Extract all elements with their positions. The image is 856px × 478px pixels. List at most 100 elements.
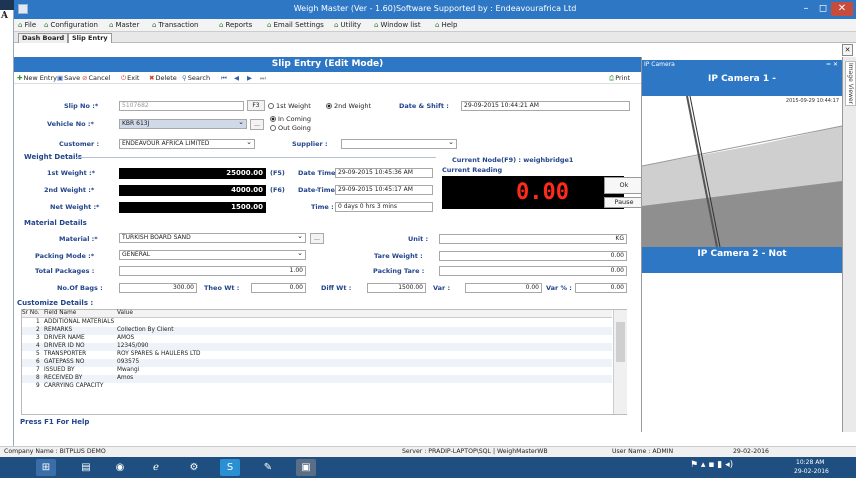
second-weight-label: 2nd Weight	[334, 102, 372, 110]
search-button[interactable]: ⚲Search	[182, 74, 210, 82]
diff-wt-field[interactable]: 1500.00	[367, 283, 426, 293]
unit-label: Unit :	[408, 235, 429, 243]
menu-help[interactable]: ⌂ Help	[435, 21, 457, 29]
tray-icons[interactable]: ⚑ ▴ ▪ ▮ ◂)	[690, 460, 733, 470]
tab-dashboard[interactable]: Dash Board	[18, 33, 69, 43]
menu-file[interactable]: ⌂ File	[18, 21, 36, 29]
exit-button[interactable]: ⏻Exit	[121, 74, 139, 83]
new-entry-button[interactable]: ✚New Entry	[17, 74, 57, 82]
delete-button[interactable]: ✖Delete	[149, 74, 177, 82]
restore-button[interactable]: ◻	[816, 2, 830, 16]
start-button[interactable]: ⊞	[36, 459, 56, 476]
tab-slip-entry[interactable]: Slip Entry	[68, 33, 112, 43]
grid-scrollbar[interactable]	[613, 310, 627, 414]
menu-utility[interactable]: ⌂ Utility	[334, 21, 361, 29]
menu-transaction-label: Transaction	[158, 21, 199, 29]
home-icon: ⌂	[374, 21, 379, 29]
camera-panel-controls[interactable]: = ✕	[826, 60, 838, 70]
cancel-icon: ⊘	[82, 74, 88, 82]
chrome-taskbar-icon[interactable]: ◉	[110, 459, 130, 476]
date-shift-label: Date & Shift :	[399, 102, 449, 110]
save-button[interactable]: ▣Save	[57, 74, 80, 82]
first-record-button[interactable]: ⏮	[221, 74, 227, 83]
last-record-button[interactable]: ⏭	[260, 74, 266, 83]
ok-button[interactable]: Ok	[604, 177, 644, 194]
first-weight-radio[interactable]: 1st Weight	[268, 102, 311, 110]
table-row[interactable]: 2 REMARKS Collection By Client	[22, 327, 612, 335]
desktop: A Weigh Master (Ver - 1.60)Software Supp…	[0, 0, 856, 478]
status-server: Server : PRADIP-LAPTOP\SQL | WeighMaster…	[402, 448, 548, 455]
explorer-taskbar-icon[interactable]: ▤	[76, 459, 96, 476]
menu-window-list[interactable]: ⌂ Window list	[374, 21, 421, 29]
total-packages-field[interactable]: 1.00	[119, 266, 306, 276]
close-tab-icon[interactable]: ✕	[842, 44, 853, 56]
window-titlebar: Weigh Master (Ver - 1.60)Software Suppor…	[14, 0, 856, 19]
background-window-edge: A	[0, 0, 14, 460]
material-select[interactable]: TURKISH BOARD SAND	[119, 233, 306, 243]
paint-taskbar-icon[interactable]: ✎	[258, 459, 278, 476]
var-percent-field[interactable]: 0.00	[575, 283, 627, 293]
packing-mode-label: Packing Mode :*	[35, 252, 95, 260]
pause-button[interactable]: Pause	[604, 197, 644, 208]
next-record-button[interactable]: ▶	[247, 74, 252, 82]
table-row[interactable]: 1 ADDITIONAL MATERIALS	[22, 319, 612, 327]
radio-dot-selected	[326, 103, 332, 109]
cancel-button[interactable]: ⊘Cancel	[82, 74, 110, 82]
minimize-button[interactable]: –	[798, 2, 814, 16]
scrollbar-thumb[interactable]	[616, 322, 625, 362]
skype-taskbar-icon[interactable]: S	[220, 459, 240, 476]
menu-email-settings[interactable]: ⌂ Email Settings	[267, 21, 324, 29]
material-lookup-button[interactable]: ...	[310, 233, 324, 244]
side-panel-strip: Image Viewer	[842, 57, 856, 432]
unit-field[interactable]: KG	[439, 234, 627, 244]
image-viewer-tab[interactable]: Image Viewer	[845, 61, 856, 107]
menu-email-settings-label: Email Settings	[273, 21, 324, 29]
table-row[interactable]: 8 RECEIVED BY Amos	[22, 375, 612, 383]
second-weight-radio[interactable]: 2nd Weight	[326, 102, 371, 110]
slip-no-lookup-button[interactable]: F3	[247, 100, 265, 111]
table-row[interactable]: 3 DRIVER NAME AMOS	[22, 335, 612, 343]
date-time-1-field[interactable]: 29-09-2015 10:45:36 AM	[335, 168, 433, 178]
vehicle-no-select[interactable]: KBR 613J	[119, 119, 247, 129]
date-shift-field[interactable]: 29-09-2015 10:44:21 AM	[461, 101, 630, 111]
bags-field[interactable]: 300.00	[119, 283, 197, 293]
date-time-2-field[interactable]: 29-09-2015 10:45:17 AM	[335, 185, 433, 195]
table-row[interactable]: 5 TRANSPORTER ROY SPARES & HAULERS LTD	[22, 351, 612, 359]
slip-no-field[interactable]: 5107682	[119, 101, 244, 111]
packing-tare-field[interactable]: 0.00	[439, 266, 627, 276]
table-row[interactable]: 9 CARRYING CAPACITY	[22, 383, 612, 391]
row-sr: 4	[36, 343, 40, 349]
second-weight-value[interactable]: 4000.00	[119, 185, 266, 196]
menu-reports-label: Reports	[225, 21, 253, 29]
net-weight-value[interactable]: 1500.00	[119, 202, 266, 213]
ie-taskbar-icon[interactable]: ℯ	[146, 459, 166, 476]
previous-record-button[interactable]: ◀	[234, 74, 239, 82]
weighmaster-taskbar-icon[interactable]: ▣	[296, 459, 316, 476]
customer-select[interactable]: ENDEAVOUR AFRICA LIMITED	[119, 139, 255, 149]
in-coming-radio[interactable]: In Coming	[270, 115, 311, 123]
date-time-2-label: Date-Time :	[298, 186, 340, 194]
second-weight-field-label: 2nd Weight :*	[44, 186, 95, 194]
menu-reports[interactable]: ⌂ Reports	[219, 21, 252, 29]
slip-no-label: Slip No :*	[64, 102, 99, 110]
menu-transaction[interactable]: ⌂ Transaction	[152, 21, 199, 29]
app-taskbar-icon[interactable]: ⚙	[184, 459, 204, 476]
vehicle-lookup-button[interactable]: ...	[250, 119, 264, 130]
supplier-select[interactable]	[341, 139, 457, 149]
menu-master[interactable]: ⌂ Master	[109, 21, 139, 29]
tare-weight-field[interactable]: 0.00	[439, 251, 627, 261]
theo-wt-field[interactable]: 0.00	[251, 283, 306, 293]
table-row[interactable]: 7 ISSUED BY Mwangi	[22, 367, 612, 375]
first-weight-value[interactable]: 25000.00	[119, 168, 266, 179]
grid-header-field: Field Name	[44, 310, 77, 316]
close-button[interactable]: ✕	[831, 2, 853, 16]
menu-configuration[interactable]: ⌂ Configuration	[44, 21, 98, 29]
packing-mode-select[interactable]: GENERAL	[119, 250, 306, 260]
weight-details-title: Weight Details	[24, 153, 82, 161]
table-row[interactable]: 6 GATEPASS NO 093575	[22, 359, 612, 367]
var-field[interactable]: 0.00	[465, 283, 542, 293]
table-row[interactable]: 4 DRIVER ID NO 12345/090	[22, 343, 612, 351]
out-going-radio[interactable]: Out Going	[270, 124, 311, 132]
time-field[interactable]: 0 days 0 hrs 3 mins	[335, 202, 433, 212]
print-button[interactable]: ⎙Print	[609, 74, 630, 83]
